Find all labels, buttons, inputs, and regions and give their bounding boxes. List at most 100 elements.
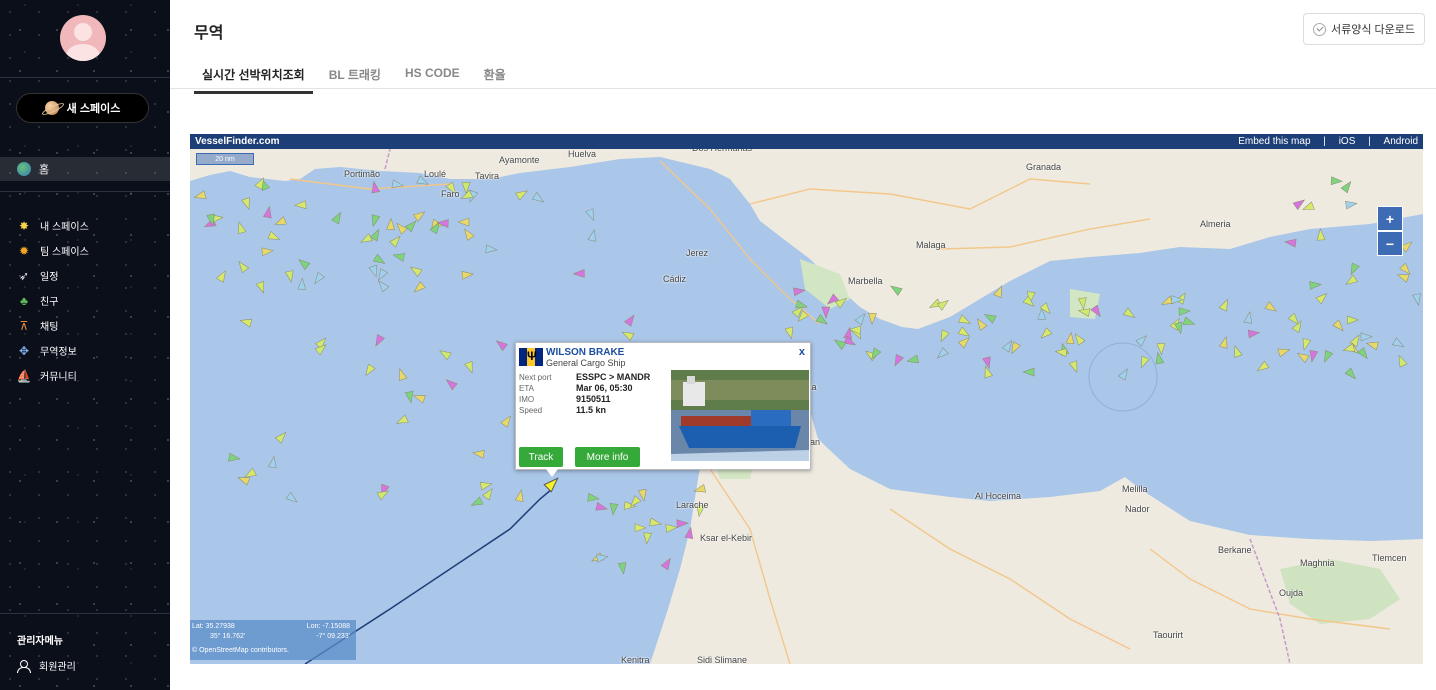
sidebar-item-label: 회원관리	[39, 662, 76, 673]
download-label: 서류양식 다운로드	[1330, 24, 1415, 36]
barbados-flag-icon	[519, 348, 543, 366]
avatar[interactable]	[60, 15, 106, 61]
new-space-button[interactable]: 새 스페이스	[16, 93, 149, 123]
place-label-taourirt: Taourirt	[1153, 630, 1184, 640]
new-space-label: 새 스페이스	[66, 103, 121, 115]
latitude-dms: 35° 16.762'	[210, 633, 246, 640]
place-label-oujda: Oujda	[1279, 588, 1304, 598]
place-label-jerez: Jerez	[686, 248, 709, 258]
vessel-popup: WILSON BRAKE General Cargo Ship x Next p…	[515, 342, 811, 477]
place-label-almeria: Almeria	[1200, 219, 1231, 229]
globe-icon	[17, 162, 31, 176]
divider	[0, 191, 170, 192]
main-content: 무역 서류양식 다운로드 실시간 선박위치조회 BL 트래킹 HS CODE 환율 V…	[170, 0, 1436, 690]
place-label-sidi-slimane: Sidi Slimane	[697, 655, 748, 664]
sidebar-item[interactable]: ⊼ 채팅	[17, 313, 89, 338]
place-label-huelva: Huelva	[568, 149, 597, 159]
info-label: IMO	[519, 395, 535, 404]
sidebar-item-label: 일정	[40, 272, 59, 283]
place-label-melilla: Melilla	[1122, 484, 1148, 494]
page-title: 무역	[194, 25, 224, 42]
sidebar-item-label: 팀 스페이스	[40, 247, 89, 258]
divider	[0, 77, 170, 78]
speed-value: 11.5 kn	[576, 405, 607, 415]
longitude-dms: -7° 09.233'	[316, 633, 350, 640]
separator: |	[1323, 136, 1326, 147]
android-link[interactable]: Android	[1384, 136, 1418, 147]
sidebar-item-home[interactable]: 홈	[0, 157, 170, 181]
place-label-larache: Larache	[676, 500, 709, 510]
place-label-ayamonte: Ayamonte	[499, 155, 540, 165]
place-label-kenitra: Kenitra	[621, 655, 650, 664]
scale-bar: 20 nm	[196, 153, 254, 165]
sidebar: 새 스페이스 홈 ✸ 내 스페이스 ✹ 팀 스페이스 ➶ 일정 ♣ 친구 ⊼ 채팅 ✥ 무역정보 ⛵ 커뮤…	[0, 0, 170, 690]
sidebar-item-label: 내 스페이스	[40, 222, 89, 233]
alien-icon: ♣	[20, 293, 28, 308]
place-label-granada: Granada	[1026, 162, 1062, 172]
admin-menu-title: 관리자메뉴	[17, 636, 63, 647]
vessel-info: Next port ESSPC > MANDR ETA Mar 06, 05:30 …	[519, 372, 650, 416]
info-label: ETA	[519, 384, 534, 393]
place-label-maghnia: Maghnia	[1300, 558, 1335, 568]
longitude-value: Lon: -7.15088	[306, 623, 350, 630]
vessel-name[interactable]: WILSON BRAKE	[546, 347, 624, 358]
place-label-tetouan: an	[810, 437, 821, 447]
sidebar-item[interactable]: ♣ 친구	[17, 288, 89, 313]
place-label-nador: Nador	[1125, 504, 1150, 514]
ios-link[interactable]: iOS	[1339, 136, 1356, 147]
track-button[interactable]: Track	[519, 447, 563, 467]
map-attribution[interactable]: © OpenStreetMap contributors.	[192, 646, 354, 656]
zoom-controls: + −	[1377, 206, 1403, 256]
place-label-portimao: Portimão	[344, 169, 381, 179]
eta-value: Mar 06, 05:30	[576, 383, 633, 393]
sidebar-item-member-management[interactable]: 회원관리	[17, 658, 76, 673]
map-brand[interactable]: VesselFinder.com	[195, 136, 280, 147]
zoom-in-button[interactable]: +	[1377, 206, 1403, 231]
sidebar-item[interactable]: ✸ 내 스페이스	[17, 213, 89, 238]
sidebar-item[interactable]: ✹ 팀 스페이스	[17, 238, 89, 263]
place-label-faro: Faro	[441, 189, 460, 199]
info-label: Speed	[519, 406, 543, 415]
sun-icon: ✹	[18, 243, 30, 258]
vessel-map[interactable]: VesselFinder.com Embed this map | iOS | …	[190, 134, 1423, 664]
zoom-out-button[interactable]: −	[1377, 231, 1403, 256]
place-label-loule: Loulé	[424, 169, 447, 179]
sidebar-item-label: 채팅	[40, 322, 59, 333]
sidebar-item[interactable]: ⛵ 커뮤니티	[17, 363, 89, 388]
sidebar-item-label: 커뮤니티	[40, 372, 77, 383]
sidebar-menu: ✸ 내 스페이스 ✹ 팀 스페이스 ➶ 일정 ♣ 친구 ⊼ 채팅 ✥ 무역정보 ⛵ 커뮤니티	[17, 213, 89, 388]
sidebar-item-label: 친구	[40, 297, 59, 308]
close-icon[interactable]: x	[799, 346, 805, 358]
sidebar-item[interactable]: ➶ 일정	[17, 263, 89, 288]
place-label-tavira: Tavira	[475, 171, 500, 181]
vessel-photo[interactable]	[671, 370, 809, 461]
sidebar-item-label: 홈	[39, 164, 50, 176]
separator: |	[1368, 136, 1371, 147]
divider	[170, 88, 1436, 89]
imo-value: 9150511	[576, 394, 611, 404]
divider	[0, 613, 170, 614]
place-label-cadiz: Cádiz	[663, 274, 687, 284]
place-label-marbella: Marbella	[848, 276, 883, 286]
place-label-al-hoceima: Al Hoceima	[975, 491, 1022, 501]
next-port-value: ESSPC > MANDR	[576, 372, 651, 382]
user-icon	[17, 659, 31, 673]
sidebar-item[interactable]: ✥ 무역정보	[17, 338, 89, 363]
more-info-button[interactable]: More info	[575, 447, 640, 467]
rocket-icon: ➶	[18, 268, 30, 283]
sidebar-item-label: 무역정보	[40, 347, 77, 358]
star-icon: ✸	[18, 218, 30, 233]
vessel-type: General Cargo Ship	[546, 358, 626, 368]
latitude-value: Lat: 35.27938	[192, 623, 235, 630]
check-circle-icon	[1312, 22, 1326, 36]
download-forms-button[interactable]: 서류양식 다운로드	[1303, 13, 1425, 45]
place-label-malaga: Malaga	[916, 240, 946, 250]
place-label-ksar: Ksar el-Kebir	[700, 533, 753, 543]
embed-map-link[interactable]: Embed this map	[1238, 136, 1310, 147]
map-header-bar: VesselFinder.com Embed this map | iOS | …	[190, 134, 1423, 149]
planet-icon	[44, 101, 59, 115]
info-label: Next port	[519, 373, 552, 382]
satellite-icon: ✥	[18, 343, 30, 358]
telescope-icon: ⊼	[19, 318, 29, 333]
place-label-tlemcen: Tlemcen	[1372, 553, 1407, 563]
